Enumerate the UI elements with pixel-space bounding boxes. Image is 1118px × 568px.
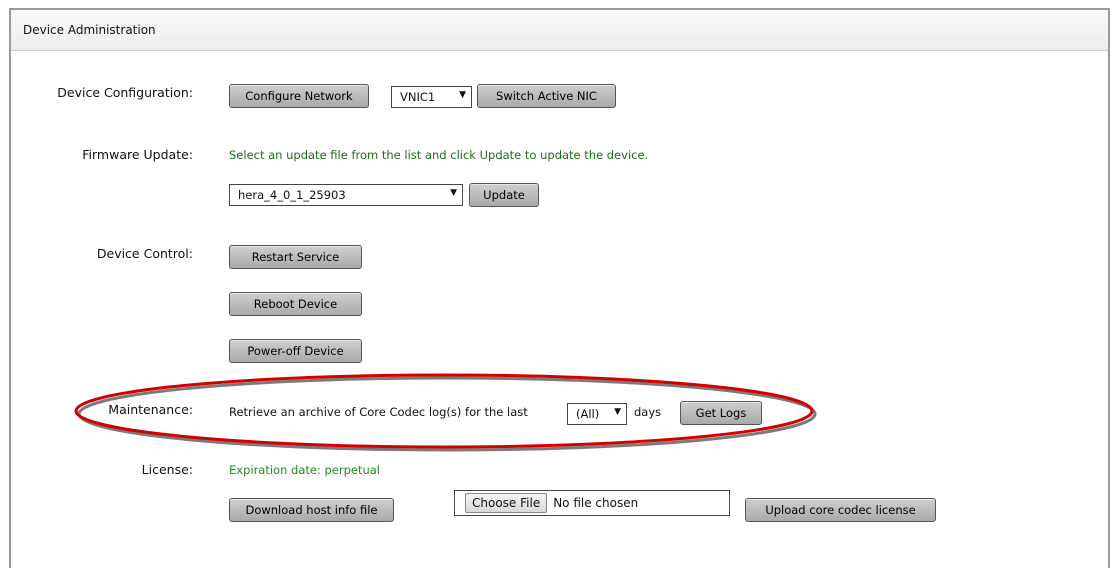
firmware-file-value: hera_4_0_1_25903	[238, 188, 346, 202]
chevron-down-icon: ▼	[614, 407, 621, 417]
log-days-select[interactable]: (All) ▼	[567, 403, 627, 425]
firmware-hint: Select an update file from the list and …	[229, 148, 649, 162]
days-label: days	[634, 405, 662, 419]
license-label: License:	[141, 462, 193, 477]
no-file-chosen-text: No file chosen	[553, 496, 639, 510]
nic-select[interactable]: VNIC1 ▼	[391, 86, 472, 108]
firmware-update-label: Firmware Update:	[82, 147, 193, 162]
maintenance-description: Retrieve an archive of Core Codec log(s)…	[229, 405, 528, 419]
switch-active-nic-button[interactable]: Switch Active NIC	[477, 84, 616, 108]
panel-title: Device Administration	[23, 23, 156, 37]
reboot-device-button[interactable]: Reboot Device	[229, 292, 362, 316]
upload-license-button[interactable]: Upload core codec license	[745, 498, 936, 522]
chevron-down-icon: ▼	[459, 90, 466, 100]
chevron-down-icon: ▼	[450, 188, 457, 198]
download-host-info-button[interactable]: Download host info file	[229, 498, 394, 522]
update-button[interactable]: Update	[469, 183, 539, 207]
firmware-file-select[interactable]: hera_4_0_1_25903 ▼	[229, 184, 463, 206]
license-expiration: Expiration date: perpetual	[229, 463, 381, 477]
choose-file-button[interactable]: Choose File	[465, 493, 548, 513]
device-control-label: Device Control:	[96, 246, 193, 261]
device-configuration-label: Device Configuration:	[57, 85, 193, 100]
panel-header: Device Administration	[11, 10, 1108, 51]
power-off-device-button[interactable]: Power-off Device	[229, 339, 362, 363]
maintenance-label: Maintenance:	[108, 402, 193, 417]
restart-service-button[interactable]: Restart Service	[229, 245, 362, 269]
get-logs-button[interactable]: Get Logs	[680, 401, 762, 425]
log-days-value: (All)	[576, 407, 600, 421]
license-file-input[interactable]: Choose File No file chosen	[454, 490, 730, 516]
nic-select-value: VNIC1	[400, 90, 436, 104]
configure-network-button[interactable]: Configure Network	[229, 84, 369, 108]
